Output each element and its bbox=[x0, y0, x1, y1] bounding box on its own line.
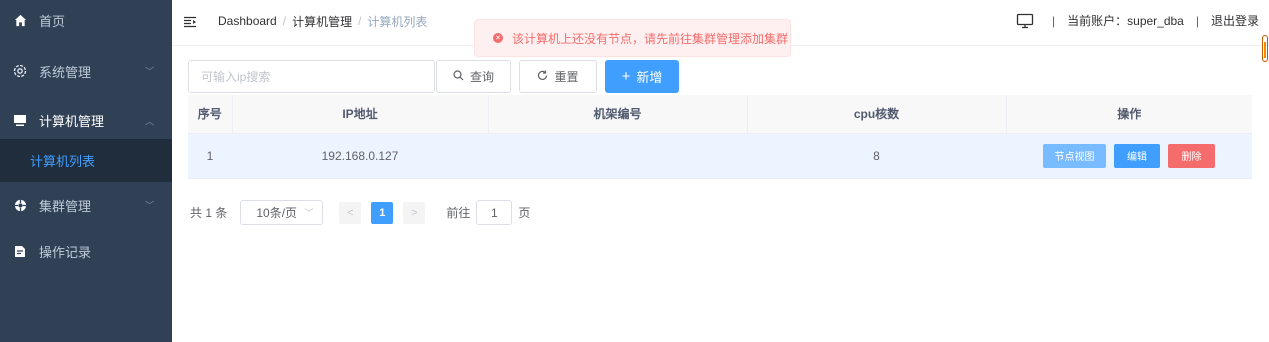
node-view-button[interactable]: 节点视图 bbox=[1043, 143, 1106, 168]
error-icon: ✕ bbox=[493, 33, 503, 43]
reset-button-label: 重置 bbox=[554, 70, 579, 84]
error-toast: ✕ 该计算机上还没有节点，请先前往集群管理添加集群 bbox=[474, 19, 791, 57]
sidebar-subitem-computer-list[interactable]: 计算机列表 bbox=[0, 139, 172, 182]
sidebar-item-cluster[interactable]: 集群管理 ﹀ bbox=[0, 182, 172, 228]
chevron-down-icon: ﹀ bbox=[144, 200, 154, 211]
column-header: 操作 bbox=[1006, 95, 1252, 134]
column-header: 序号 bbox=[188, 95, 233, 134]
chevron-up-icon: ︿ bbox=[144, 116, 154, 126]
navbar-separator: | bbox=[1052, 13, 1056, 28]
column-header: cpu核数 bbox=[747, 95, 1007, 134]
computer-table: 序号 IP地址 机架编号 cpu核数 操作 1 192.168.0.127 8 … bbox=[188, 95, 1252, 179]
breadcrumb-separator: / bbox=[282, 14, 287, 28]
pagination: 共 1 条 10条/页 ﹀ < 1 > 前往 页 bbox=[190, 200, 530, 225]
cell-cpu: 8 bbox=[747, 133, 1006, 179]
ip-search-input[interactable] bbox=[188, 60, 435, 93]
breadcrumb-separator: / bbox=[358, 14, 362, 28]
search-toolbar: 查询 重置 + 新增 bbox=[188, 60, 679, 93]
table-row[interactable]: 1 192.168.0.127 8 节点视图 编辑 删除 bbox=[188, 133, 1252, 179]
edit-button[interactable]: 编辑 bbox=[1114, 143, 1160, 168]
screen-icon[interactable] bbox=[1016, 13, 1034, 29]
cell-rack bbox=[488, 133, 747, 179]
page-size-select[interactable]: 10条/页 ﹀ bbox=[240, 200, 324, 225]
column-header: IP地址 bbox=[232, 95, 489, 134]
query-button-label: 查询 bbox=[469, 70, 494, 84]
sidebar-item-system[interactable]: 系统管理 ﹀ bbox=[0, 40, 172, 102]
page-size-value: 10条/页 bbox=[256, 206, 298, 220]
main-content: Dashboard / 计算机管理 / 计算机列表 | 当前账户：super_d… bbox=[172, 0, 1269, 342]
sidebar-item-computer[interactable]: 计算机管理 ︿ bbox=[0, 102, 172, 139]
next-page-button[interactable]: > bbox=[403, 201, 426, 224]
cluster-icon bbox=[13, 198, 27, 212]
sidebar-item-label: 操作记录 bbox=[39, 244, 92, 260]
sidebar-item-label: 首页 bbox=[39, 13, 66, 29]
chevron-down-icon: ﹀ bbox=[144, 66, 154, 77]
breadcrumb-dashboard[interactable]: Dashboard bbox=[218, 14, 277, 28]
sidebar-item-label: 集群管理 bbox=[39, 198, 92, 214]
current-account: 当前账户：super_dba bbox=[1067, 14, 1184, 28]
plus-icon: + bbox=[621, 68, 631, 85]
query-button[interactable]: 查询 bbox=[436, 60, 511, 93]
search-icon bbox=[453, 69, 464, 84]
cell-actions: 节点视图 编辑 删除 bbox=[1006, 133, 1252, 179]
page-suffix: 页 bbox=[518, 206, 531, 220]
sidebar-item-label: 计算机管理 bbox=[39, 114, 105, 129]
reset-button[interactable]: 重置 bbox=[519, 60, 597, 93]
cell-index: 1 bbox=[188, 133, 232, 179]
breadcrumb-current: 计算机列表 bbox=[367, 14, 428, 29]
settings-icon bbox=[13, 64, 27, 78]
prev-page-button[interactable]: < bbox=[339, 201, 362, 224]
cell-ip: 192.168.0.127 bbox=[232, 133, 488, 179]
navbar-right: | 当前账户：super_dba | 退出登录 bbox=[1016, 12, 1259, 29]
sidebar-item-label: 系统管理 bbox=[39, 64, 92, 80]
breadcrumb-computer-management[interactable]: 计算机管理 bbox=[292, 13, 352, 30]
logout-link[interactable]: 退出登录 bbox=[1211, 12, 1259, 29]
refresh-icon bbox=[537, 70, 548, 84]
table-header-row: 序号 IP地址 机架编号 cpu核数 操作 bbox=[188, 95, 1252, 134]
add-button-label: 新增 bbox=[636, 70, 663, 85]
add-button[interactable]: + 新增 bbox=[605, 60, 679, 93]
log-icon bbox=[13, 244, 27, 258]
pagination-total: 共 1 条 bbox=[190, 206, 228, 220]
goto-label: 前往 bbox=[446, 206, 471, 220]
home-icon bbox=[13, 13, 27, 27]
delete-button[interactable]: 删除 bbox=[1168, 143, 1215, 168]
navbar-separator: | bbox=[1195, 13, 1199, 28]
chevron-down-icon: ﹀ bbox=[304, 208, 314, 218]
breadcrumb: Dashboard / 计算机管理 / 计算机列表 bbox=[218, 13, 427, 30]
sidebar-item-logs[interactable]: 操作记录 bbox=[0, 228, 172, 274]
page-number-button[interactable]: 1 bbox=[371, 201, 394, 224]
column-header: 机架编号 bbox=[488, 95, 748, 134]
hamburger-icon[interactable] bbox=[183, 16, 197, 30]
scrollbar-thumb[interactable] bbox=[1262, 35, 1268, 62]
sidebar: 首页 系统管理 ﹀ 计算机管理 ︿ 计算机列表 集群管理 ﹀ 操作记录 bbox=[0, 0, 172, 342]
monitor-icon bbox=[13, 114, 27, 128]
sidebar-item-home[interactable]: 首页 bbox=[0, 0, 172, 40]
toast-message: 该计算机上还没有节点，请先前往集群管理添加集群 bbox=[512, 31, 789, 46]
goto-page-input[interactable] bbox=[476, 200, 513, 225]
